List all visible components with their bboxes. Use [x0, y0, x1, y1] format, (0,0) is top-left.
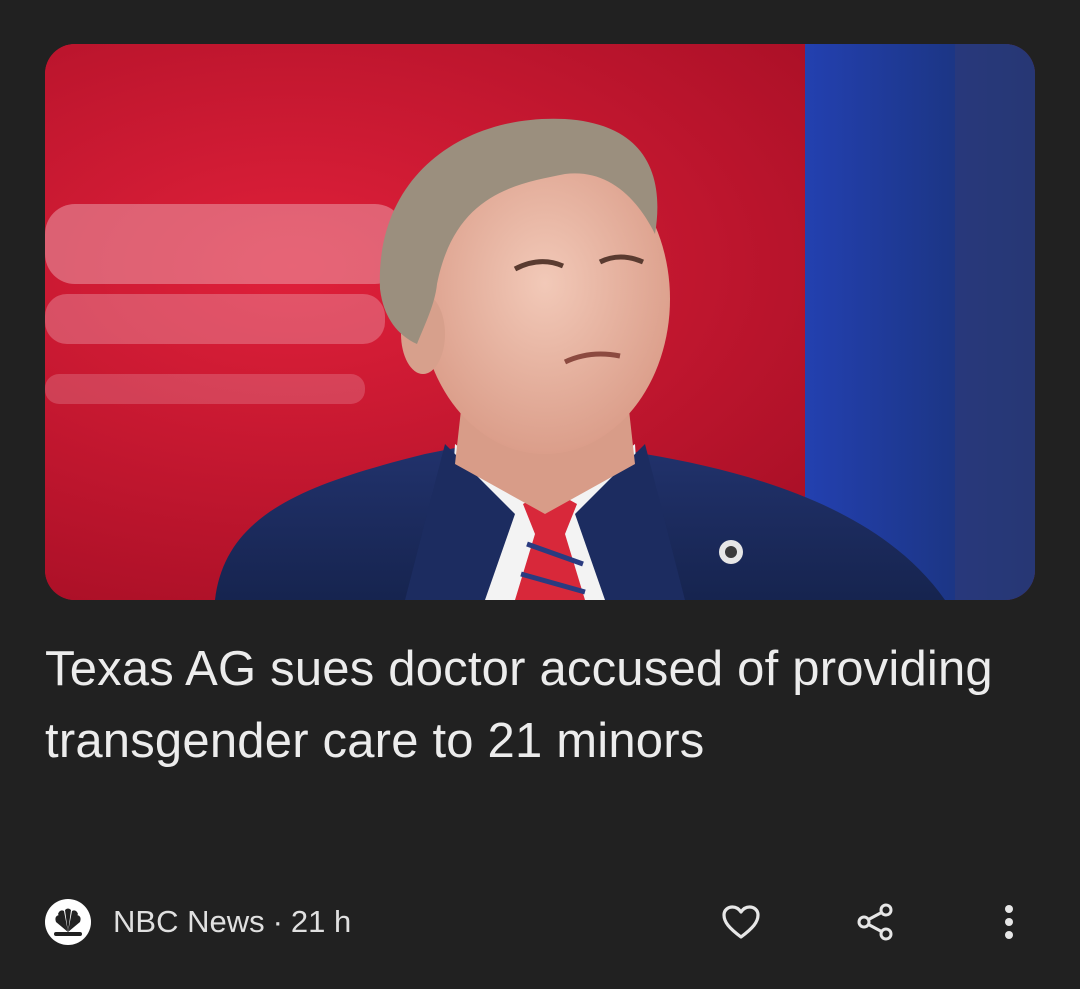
article-photo[interactable]: [45, 44, 1035, 600]
article-actions: [45, 898, 1035, 946]
article-headline[interactable]: Texas AG sues doctor accused of providin…: [45, 633, 1035, 777]
more-vertical-icon[interactable]: [985, 898, 1033, 946]
heart-icon[interactable]: [717, 898, 765, 946]
share-icon[interactable]: [851, 898, 899, 946]
news-card[interactable]: Texas AG sues doctor accused of providin…: [0, 0, 1080, 989]
article-photo-illustration: [45, 44, 1035, 600]
article-meta: NBC News · 21 h: [45, 898, 1035, 946]
